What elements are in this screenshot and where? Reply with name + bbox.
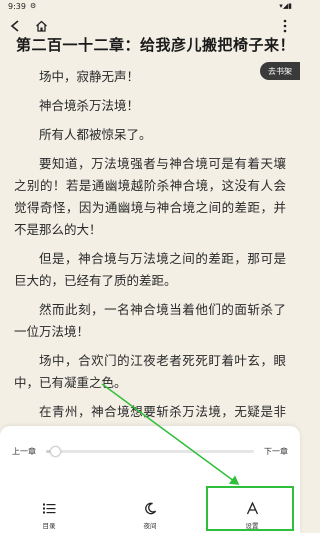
chapter-progress-slider[interactable]: [46, 446, 254, 457]
paragraph: 然而此刻，一名神合境当着他们的面斩杀了一位万法境！: [14, 302, 286, 339]
nav-bar: [0, 14, 300, 36]
more-vertical-icon: [283, 19, 287, 33]
paragraph: 场中，合欢门的江夜老者死死盯着叶玄，眼中，已有凝重之色。: [14, 353, 286, 390]
home-icon: [35, 20, 47, 32]
chapter-title: 第二百一十二章：给我彦儿搬把椅子来！: [16, 36, 296, 54]
moon-icon: [144, 502, 156, 514]
night-label: 夜间: [143, 522, 157, 530]
annotation-highlight-box: [206, 486, 294, 531]
paragraph: 场中，寂静无声！: [39, 69, 140, 84]
reader-content: 场中，寂静无声！ 神合境杀万法境！ 所有人都被惊呆了。 要知道，万法境强者与神合…: [14, 66, 286, 474]
next-chapter-button[interactable]: 下一章: [264, 446, 288, 457]
home-button[interactable]: [32, 17, 50, 35]
toc-label: 目录: [42, 522, 56, 530]
toc-button[interactable]: 目录: [19, 500, 79, 530]
prev-chapter-button[interactable]: 上一章: [12, 446, 36, 457]
night-mode-button[interactable]: 夜间: [120, 500, 180, 530]
back-arrow-icon: [10, 20, 19, 32]
slider-thumb[interactable]: [50, 446, 61, 457]
more-button[interactable]: [278, 17, 292, 35]
status-time: 9:39: [8, 2, 26, 11]
paragraph: 所有人都被惊呆了。: [39, 127, 152, 142]
paragraph: 但是，神合境与万法境之间的差距，那可是巨大的，已经有了质的差距。: [14, 251, 286, 288]
status-icons: ▾◢▮: [279, 2, 292, 10]
paragraph: 要知道，万法境强者与神合境可是有着天壤之别的！若是通幽境越阶杀神合境，这没有人会…: [14, 156, 286, 237]
status-bar: 9:39 ⚙ ▾◢▮: [0, 0, 300, 14]
list-icon: [42, 503, 55, 513]
back-button[interactable]: [6, 17, 24, 35]
settings-status-icon: ⚙: [30, 2, 37, 10]
paragraph: 神合境杀万法境！: [39, 98, 140, 113]
go-to-bookshelf-button[interactable]: 去书架: [260, 62, 300, 80]
